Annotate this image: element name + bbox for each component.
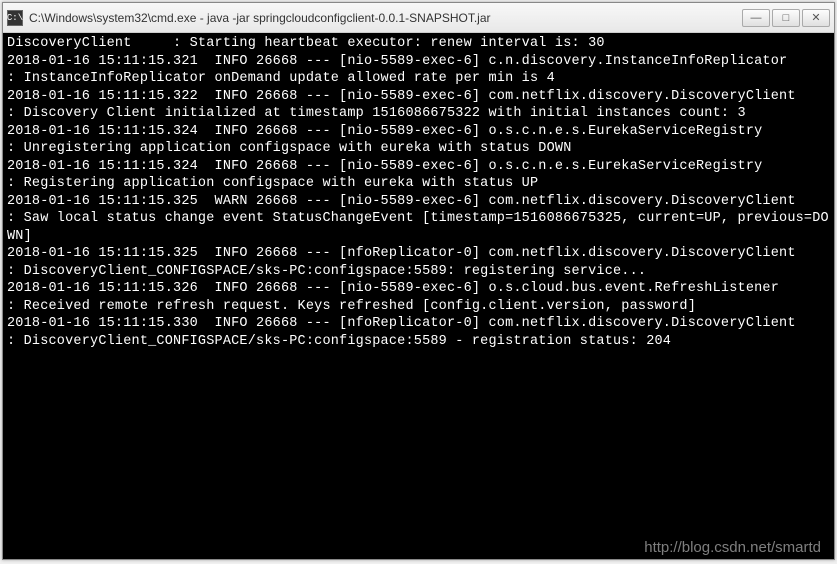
terminal-output[interactable]: DiscoveryClient : Starting heartbeat exe… bbox=[3, 33, 834, 559]
window-title: C:\Windows\system32\cmd.exe - java -jar … bbox=[29, 11, 742, 25]
cmd-icon: C:\ bbox=[7, 10, 23, 26]
window-frame: C:\ C:\Windows\system32\cmd.exe - java -… bbox=[2, 2, 835, 560]
minimize-button[interactable]: — bbox=[742, 9, 770, 27]
close-button[interactable]: ✕ bbox=[802, 9, 830, 27]
maximize-button[interactable]: □ bbox=[772, 9, 800, 27]
window-controls: — □ ✕ bbox=[742, 9, 830, 27]
titlebar[interactable]: C:\ C:\Windows\system32\cmd.exe - java -… bbox=[3, 3, 834, 33]
